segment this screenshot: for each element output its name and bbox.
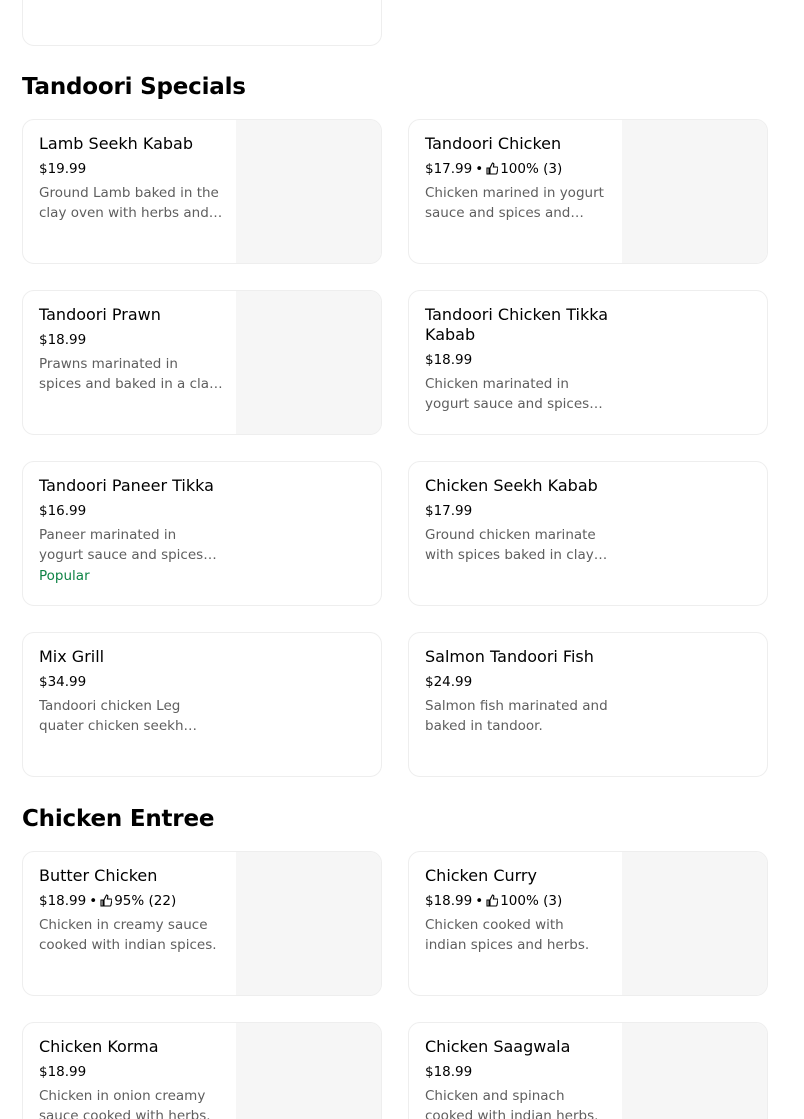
menu-item-description: Chicken in onion creamy sauce cooked wit… bbox=[39, 1088, 211, 1119]
menu-item-description: Tandoori chicken Leg quater chicken seek… bbox=[39, 698, 184, 734]
menu-item-description: Chicken marined in yogurt sauce and spic… bbox=[425, 185, 604, 221]
menu-item-description: Paneer marinated in yogurt sauce and spi… bbox=[39, 527, 204, 563]
menu-item-price: $18.99 bbox=[425, 893, 473, 909]
menu-item-image bbox=[236, 120, 381, 263]
menu-item-description: Chicken cooked with indian spices and he… bbox=[425, 917, 590, 953]
popular-badge: Popular bbox=[39, 568, 90, 584]
menu-item-price: $16.99 bbox=[39, 503, 87, 519]
menu-item-card[interactable]: Tandoori Prawn $18.99 Prawns marinated i… bbox=[22, 290, 382, 435]
menu-item-card[interactable]: Chicken Curry $18.99 • 100% (3) Chicken co… bbox=[408, 851, 768, 996]
menu-item-rating: 100% (3) bbox=[500, 893, 563, 909]
menu-item-rating: 95% (22) bbox=[114, 893, 177, 909]
menu-item-card[interactable]: Chicken Seekh Kabab $17.99 Ground chicke… bbox=[408, 461, 768, 606]
menu-item-image bbox=[622, 120, 767, 263]
menu-item-image bbox=[622, 1023, 767, 1119]
menu-item-description: Salmon fish marinated and baked in tando… bbox=[425, 698, 608, 734]
menu-item-card[interactable]: Chicken Korma $18.99 Chicken in onion cr… bbox=[22, 1022, 382, 1119]
menu-item-price: $19.99 bbox=[39, 161, 87, 177]
menu-item-name: Tandoori Chicken bbox=[425, 134, 562, 153]
menu-item-price: $18.99 bbox=[39, 893, 87, 909]
menu-item-name: Chicken Saagwala bbox=[425, 1037, 571, 1056]
menu-item-image bbox=[236, 291, 381, 434]
menu-item-price: $18.99 bbox=[39, 1064, 87, 1080]
menu-item-image bbox=[236, 852, 381, 995]
thumbs-up-icon bbox=[486, 162, 499, 175]
menu-item-name: Chicken Korma bbox=[39, 1037, 159, 1056]
menu-item-card[interactable]: Mix Grill $34.99 Tandoori chicken Leg qu… bbox=[22, 632, 382, 777]
menu-item-card[interactable]: Lamb Seekh Kabab $19.99 Ground Lamb bake… bbox=[22, 119, 382, 264]
menu-item-description: Chicken and spinach cooked with indian h… bbox=[425, 1088, 599, 1119]
menu-item-description: Ground Lamb baked in the clay oven with … bbox=[39, 185, 219, 221]
menu-item-card[interactable]: Chicken Saagwala $18.99 Chicken and spin… bbox=[408, 1022, 768, 1119]
menu-item-name: Salmon Tandoori Fish bbox=[425, 647, 594, 666]
menu-item-image bbox=[236, 1023, 381, 1119]
menu-item-price: $17.99 bbox=[425, 503, 473, 519]
menu-item-price: $18.99 bbox=[425, 352, 473, 368]
menu-item-description: Ground chicken marinate with spices bake… bbox=[425, 527, 596, 563]
menu-item-name: Lamb Seekh Kabab bbox=[39, 134, 194, 153]
menu-item-card-partial[interactable] bbox=[22, 0, 382, 46]
menu-item-name: Mix Grill bbox=[39, 647, 105, 666]
menu-item-card[interactable]: Butter Chicken $18.99 • 95% (22) Chicken i… bbox=[22, 851, 382, 996]
menu-item-card[interactable]: Tandoori Chicken $17.99 • 100% (3) Chicken… bbox=[408, 119, 768, 264]
menu-item-price: $17.99 bbox=[425, 161, 473, 177]
menu-item-price: $34.99 bbox=[39, 674, 87, 690]
menu-item-name: Chicken Seekh Kabab bbox=[425, 476, 598, 495]
menu-item-price: $18.99 bbox=[39, 332, 87, 348]
menu-item-name: Chicken Curry bbox=[425, 866, 537, 885]
section-title-tandoori-specials: Tandoori Specials bbox=[22, 74, 246, 100]
menu-item-description: Chicken marinated in yogurt sauce and sp… bbox=[425, 376, 590, 412]
thumbs-up-icon bbox=[486, 894, 499, 907]
menu-item-image bbox=[622, 852, 767, 995]
menu-item-name: Tandoori Paneer Tikka bbox=[39, 476, 214, 495]
menu-item-price: $24.99 bbox=[425, 674, 473, 690]
menu-page: Tandoori Specials Lamb Seekh Kabab $19.9… bbox=[0, 0, 804, 1119]
menu-item-description: Chicken in creamy sauce cooked with indi… bbox=[39, 917, 217, 953]
menu-item-description: Prawns marinated in spices and baked in … bbox=[39, 356, 218, 392]
menu-item-card[interactable]: Tandoori Chicken Tikka Kabab $18.99 Chic… bbox=[408, 290, 768, 435]
menu-item-name: Butter Chicken bbox=[39, 866, 158, 885]
menu-item-card[interactable]: Tandoori Paneer Tikka $16.99 Paneer mari… bbox=[22, 461, 382, 606]
menu-item-name: Tandoori Chicken Tikka Kabab bbox=[425, 305, 609, 344]
section-title-chicken-entree: Chicken Entree bbox=[22, 806, 215, 832]
menu-item-card[interactable]: Salmon Tandoori Fish $24.99 Salmon fish … bbox=[408, 632, 768, 777]
menu-item-name: Tandoori Prawn bbox=[39, 305, 161, 324]
menu-item-price: $18.99 bbox=[425, 1064, 473, 1080]
thumbs-up-icon bbox=[100, 894, 113, 907]
menu-item-rating: 100% (3) bbox=[500, 161, 563, 177]
